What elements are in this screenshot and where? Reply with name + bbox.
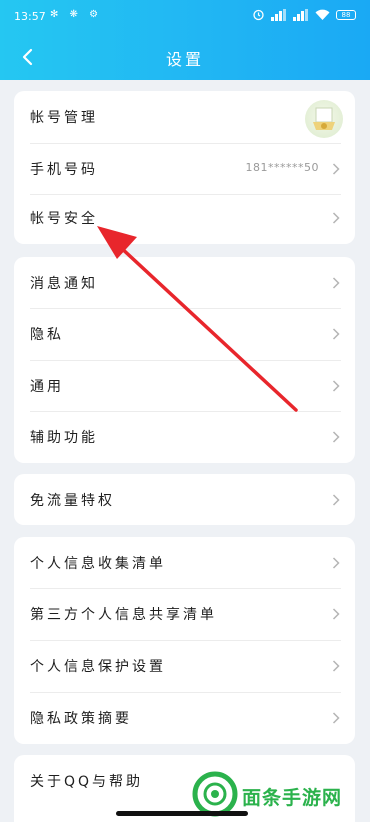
chevron-right-icon xyxy=(332,431,340,443)
avatar-image xyxy=(313,107,335,130)
signal-icon xyxy=(271,8,286,21)
chevron-right-icon xyxy=(332,557,340,569)
settings-item-account-management[interactable]: 帐号管理 xyxy=(14,91,355,143)
settings-item-third-party-sharing[interactable]: 第三方个人信息共享清单 xyxy=(14,588,355,640)
chevron-right-icon xyxy=(332,608,340,620)
settings-item-label: 免流量特权 xyxy=(30,493,115,509)
settings-item-info-collection-list[interactable]: 个人信息收集清单 xyxy=(14,537,355,589)
chevron-right-icon xyxy=(332,494,340,506)
account-section: 帐号管理 手机号码 181******50 帐号安全 xyxy=(14,91,355,244)
settings-item-info-protection[interactable]: 个人信息保护设置 xyxy=(14,640,355,692)
battery-icon: 88 xyxy=(336,9,356,20)
page-title: 设置 xyxy=(165,50,204,69)
chevron-right-icon xyxy=(332,712,340,724)
general-section: 消息通知 隐私 通用 辅助功能 xyxy=(14,257,355,463)
settings-item-notifications[interactable]: 消息通知 xyxy=(14,257,355,309)
settings-item-label: 隐私 xyxy=(30,327,64,343)
settings-item-privacy-policy-summary[interactable]: 隐私政策摘要 xyxy=(14,692,355,744)
settings-item-phone-number[interactable]: 手机号码 181******50 xyxy=(14,143,355,195)
settings-item-data-free[interactable]: 免流量特权 xyxy=(14,474,355,526)
settings-item-label: 隐私政策摘要 xyxy=(30,711,132,727)
watermark-text: 面条手游网 xyxy=(242,787,343,809)
settings-item-label: 辅助功能 xyxy=(30,430,98,446)
settings-item-account-security[interactable]: 帐号安全 xyxy=(14,192,355,244)
gesture-bar[interactable] xyxy=(116,811,248,816)
settings-item-privacy[interactable]: 隐私 xyxy=(14,308,355,360)
chevron-right-icon xyxy=(332,328,340,340)
alarm-icon xyxy=(253,9,264,21)
phone-number-value: 181******50 xyxy=(245,161,319,174)
wifi-icon xyxy=(315,9,330,20)
chevron-right-icon xyxy=(332,163,340,175)
status-right-icons: 88 xyxy=(252,8,356,21)
settings-item-label: 帐号安全 xyxy=(30,211,98,227)
chevron-right-icon xyxy=(332,380,340,392)
status-time: 13:57 xyxy=(14,10,46,23)
nav-bar: 设置 xyxy=(0,36,370,76)
settings-item-accessibility[interactable]: 辅助功能 xyxy=(14,411,355,463)
chevron-right-icon xyxy=(332,277,340,289)
settings-item-label: 帐号管理 xyxy=(30,110,98,126)
settings-item-label: 手机号码 xyxy=(30,162,98,178)
settings-item-label: 通用 xyxy=(30,379,64,395)
signal-icon xyxy=(293,8,308,21)
settings-item-label: 消息通知 xyxy=(30,276,98,292)
settings-item-general[interactable]: 通用 xyxy=(14,360,355,412)
settings-item-label: 第三方个人信息共享清单 xyxy=(30,607,217,623)
avatar[interactable] xyxy=(305,100,343,138)
chevron-right-icon xyxy=(332,212,340,224)
chevron-right-icon xyxy=(332,660,340,672)
settings-item-label: 个人信息保护设置 xyxy=(30,659,166,675)
notification-icons: ✻ ❋ ⚙ xyxy=(50,9,103,20)
data-free-section: 免流量特权 xyxy=(14,474,355,525)
settings-item-label: 关于QQ与帮助 xyxy=(30,774,144,790)
top-bar: 13:57 ✻ ❋ ⚙ 88 设置 xyxy=(0,0,370,80)
status-bar: 13:57 ✻ ❋ ⚙ 88 xyxy=(0,0,370,32)
personal-info-section: 个人信息收集清单 第三方个人信息共享清单 个人信息保护设置 隐私政策摘要 xyxy=(14,537,355,744)
settings-item-label: 个人信息收集清单 xyxy=(30,556,166,572)
